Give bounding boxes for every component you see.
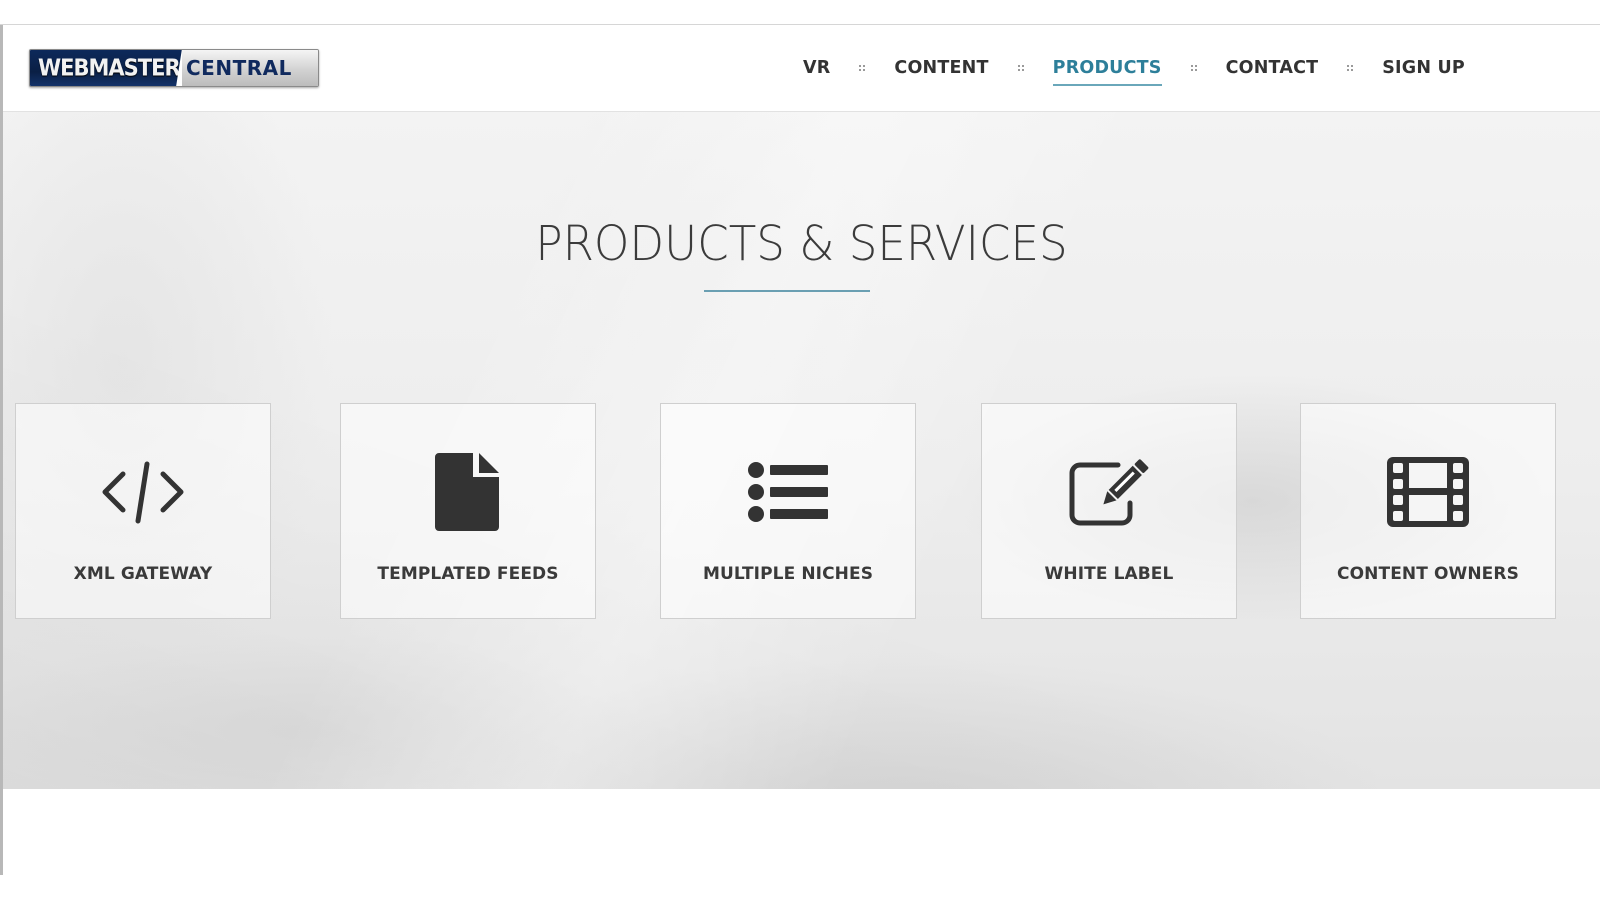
- card-label: WHITE LABEL: [1044, 564, 1174, 584]
- site-header: WEBMASTER CENTRAL VR CONTENT PRODUCTS CO…: [3, 25, 1600, 112]
- title-underline: [704, 290, 870, 292]
- site-logo[interactable]: WEBMASTER CENTRAL: [29, 49, 319, 87]
- products-hero: PRODUCTS & SERVICES XML GATEWAY TEMPLATE…: [3, 111, 1600, 789]
- list-icon: [661, 452, 915, 532]
- logo-text-central: CENTRAL: [182, 50, 318, 86]
- edit-icon: [982, 452, 1236, 532]
- nav-separator-icon: [1017, 65, 1024, 71]
- card-label: TEMPLATED FEEDS: [377, 564, 559, 584]
- nav-item-vr[interactable]: VR: [803, 54, 830, 82]
- card-content-owners[interactable]: CONTENT OWNERS: [1300, 403, 1556, 619]
- film-icon: [1301, 452, 1555, 532]
- page-bottom-area: [3, 789, 1600, 904]
- card-label: CONTENT OWNERS: [1337, 564, 1519, 584]
- product-cards: XML GATEWAY TEMPLATED FEEDS MULTIPLE NIC…: [15, 403, 1600, 621]
- file-icon: [341, 452, 595, 532]
- logo-text-webmaster: WEBMASTER: [30, 50, 182, 86]
- card-xml-gateway[interactable]: XML GATEWAY: [15, 403, 271, 619]
- nav-separator-icon: [1347, 65, 1354, 71]
- card-label: MULTIPLE NICHES: [702, 564, 874, 584]
- card-label: XML GATEWAY: [73, 564, 213, 584]
- nav-item-content[interactable]: CONTENT: [894, 54, 988, 82]
- main-nav: VR CONTENT PRODUCTS CONTACT SIGN UP: [803, 25, 1465, 111]
- nav-item-products[interactable]: PRODUCTS: [1052, 54, 1162, 86]
- nav-item-sign-up[interactable]: SIGN UP: [1382, 54, 1465, 82]
- nav-separator-icon: [1190, 65, 1197, 71]
- nav-item-contact[interactable]: CONTACT: [1226, 54, 1319, 82]
- code-icon: [16, 452, 270, 532]
- card-multiple-niches[interactable]: MULTIPLE NICHES: [660, 403, 916, 619]
- nav-separator-icon: [859, 65, 866, 71]
- card-templated-feeds[interactable]: TEMPLATED FEEDS: [340, 403, 596, 619]
- page-title: PRODUCTS & SERVICES: [535, 216, 1068, 272]
- card-white-label[interactable]: WHITE LABEL: [981, 403, 1237, 619]
